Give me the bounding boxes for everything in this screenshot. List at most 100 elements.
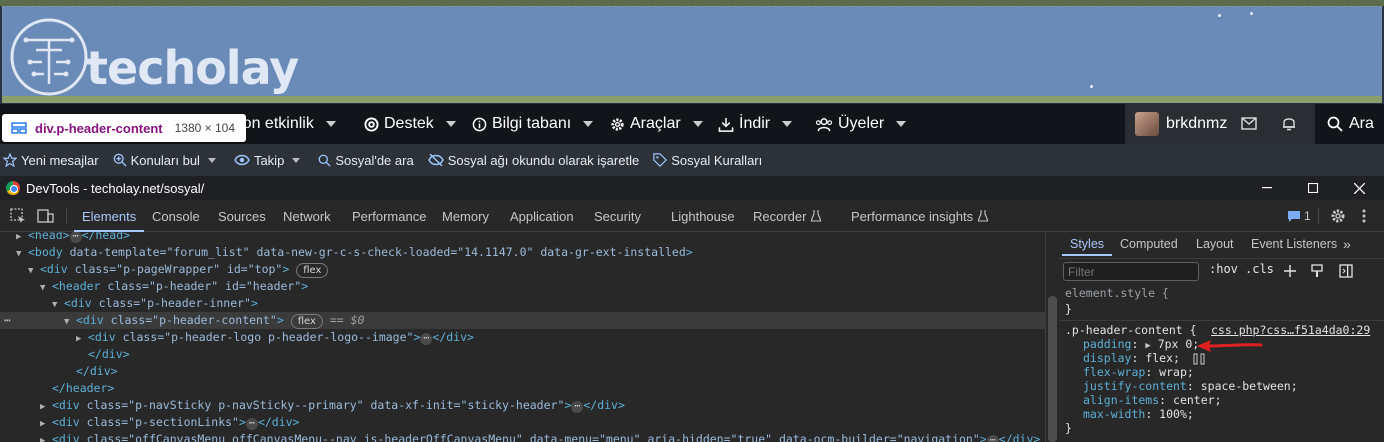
rule-close: } [1065,421,1072,435]
tab-event-listeners[interactable]: Event Listeners [1251,232,1337,256]
devtools-titlebar: DevTools - techolay.net/sosyal/ [0,176,1384,200]
nav-item-indir[interactable]: İndir [718,104,797,144]
tab-security[interactable]: Security [594,200,641,232]
more-vertical-icon[interactable] [1362,208,1366,224]
dom-node-offcanvas[interactable]: ▶ <div class="offCanvasMenu offCanvasMenu… [0,431,1045,442]
tab-elements[interactable]: Elements [73,200,145,232]
user-menu[interactable]: brkdnmz [1125,104,1315,144]
username: brkdnmz [1166,115,1228,132]
tab-application[interactable]: Application [510,200,574,232]
search-button[interactable]: Ara [1315,104,1384,144]
declaration-align-items[interactable]: align-items: center; [1083,393,1222,407]
tab-computed[interactable]: Computed [1120,232,1178,256]
nav-item-uyeler[interactable]: Üyeler [815,104,911,144]
tab-network[interactable]: Network [283,200,331,232]
dom-node-header-inner[interactable]: ▼ <div class="p-header-inner"> [0,295,1045,312]
dom-node-navsticky[interactable]: ▶ <div class="p-navSticky p-navSticky--pr… [0,397,1045,414]
dom-close-div[interactable]: </div> [0,346,1045,363]
tab-styles[interactable]: Styles [1061,232,1113,256]
scrollbar-thumb[interactable] [1048,296,1057,442]
rule-selector[interactable]: .p-header-content { [1065,323,1197,337]
nav-item-destek[interactable]: Destek [364,104,461,144]
minimize-button[interactable] [1244,176,1290,200]
tag-icon [653,153,668,167]
tab-recorder[interactable]: Recorder [753,200,822,232]
subnav-label: Sosyal ağı okundu olarak işaretle [447,152,640,168]
close-icon [1353,182,1365,194]
paint-brush-icon[interactable] [1311,264,1323,278]
nav-item-bilgi-tabani[interactable]: Bilgi tabanı [472,104,598,144]
more-icon[interactable]: ⋯ [4,312,11,329]
inspect-element-icon[interactable] [10,208,26,224]
tab-sources[interactable]: Sources [218,200,266,232]
avatar [1135,112,1159,136]
bell-icon[interactable] [1282,115,1296,131]
message-icon [1288,210,1300,222]
flex-badge[interactable]: flex [290,314,323,329]
dom-node-header-content[interactable]: ⋯ ▼ <div class="p-header-content"> flex =… [0,312,1045,329]
tab-performance[interactable]: Performance [352,200,426,232]
devtools-tabbar: Elements Console Sources Network Perform… [0,200,1384,232]
tab-performance-insights[interactable]: Performance insights [851,200,989,232]
close-button[interactable] [1336,176,1382,200]
flex-badge[interactable]: flex [296,263,329,278]
minimize-icon [1262,187,1272,189]
declaration-display[interactable]: display: flex; [1083,351,1205,365]
issues-count: 1 [1304,209,1311,223]
site-logo[interactable]: techolay [8,12,299,102]
subnav-konulari-bul[interactable]: Konuları bul [113,153,220,168]
maximize-button[interactable] [1290,176,1336,200]
tab-label: Recorder [753,208,807,224]
cls-toggle[interactable]: .cls [1245,262,1274,276]
hov-toggle[interactable]: :hov [1209,262,1238,276]
chrome-logo-icon [6,181,20,195]
chevron-down-icon [207,157,216,163]
more-tabs-chevron-icon[interactable]: » [1343,232,1351,256]
subnav-takip[interactable]: Takip [234,153,304,168]
nav-item-son-etkinlik[interactable]: Son etkinlik [232,104,341,144]
search-icon [1327,116,1343,132]
tab-layout[interactable]: Layout [1196,232,1234,256]
logo-circuit-icon [10,18,88,96]
tab-memory[interactable]: Memory [442,200,489,232]
dom-node-body[interactable]: ▼ <body data-template="forum_list" data-n… [0,244,1045,261]
declaration-max-width[interactable]: max-width: 100%; [1083,407,1194,421]
settings-gear-icon[interactable] [1330,208,1346,224]
chevron-down-icon [896,121,907,127]
nav-label: Araçlar [630,115,681,132]
subnav-okundu-isaretle[interactable]: Sosyal ağı okundu olarak işaretle [427,152,640,168]
section-links: Yeni mesajlar Konuları bul Takip Sosyal'… [0,144,1384,176]
flexbox-editor-icon[interactable] [1193,353,1205,365]
dom-node-head[interactable]: ▶ <head> ⋯ </head> [0,232,1045,244]
subnav-sosyal-kurallari[interactable]: Sosyal Kuralları [653,153,762,168]
tab-label: Performance insights [851,208,974,224]
element-style-rule[interactable]: element.style { [1065,286,1169,300]
chevron-down-icon [325,121,336,127]
nav-label: Destek [384,115,434,132]
add-rule-icon[interactable] [1283,264,1297,278]
subnav-sosyalde-ara[interactable]: Sosyal'de ara [318,153,414,168]
toggle-sidebar-icon[interactable] [1339,264,1353,278]
maximize-icon [1308,183,1318,193]
rule-source-link[interactable]: css.php?css…f51a4da0:29 [1211,323,1370,337]
declaration-justify-content[interactable]: justify-content: space-between; [1083,379,1298,393]
elements-scrollbar[interactable] [1045,232,1059,442]
issues-counter[interactable]: 1 [1288,209,1311,223]
device-toolbar-icon[interactable] [37,208,54,224]
dom-close-div[interactable]: </div> [0,363,1045,380]
divider [66,208,67,224]
nav-item-araclar[interactable]: Araçlar [610,104,708,144]
styles-filter-input[interactable] [1063,262,1199,281]
dom-close-header[interactable]: </header> [0,380,1045,397]
dom-node-header-logo[interactable]: ▶ <div class="p-header-logo p-header-logo… [0,329,1045,346]
declaration-flex-wrap[interactable]: flex-wrap: wrap; [1083,365,1194,379]
tab-lighthouse[interactable]: Lighthouse [671,200,735,232]
declaration-padding[interactable]: padding: ▶ 7px 0; [1083,337,1199,351]
envelope-icon[interactable] [1241,117,1257,130]
dom-node-sectionlinks[interactable]: ▶ <div class="p-sectionLinks"> ⋯ </div> [0,414,1045,431]
star-dot [1218,14,1221,17]
subnav-yeni-mesajlar[interactable]: Yeni mesajlar [3,153,99,168]
dom-node-pagewrapper[interactable]: ▼ <div class="p-pageWrapper" id="top"> fl… [0,261,1045,278]
dom-node-header[interactable]: ▼ <header class="p-header" id="header"> [0,278,1045,295]
tab-console[interactable]: Console [152,200,200,232]
